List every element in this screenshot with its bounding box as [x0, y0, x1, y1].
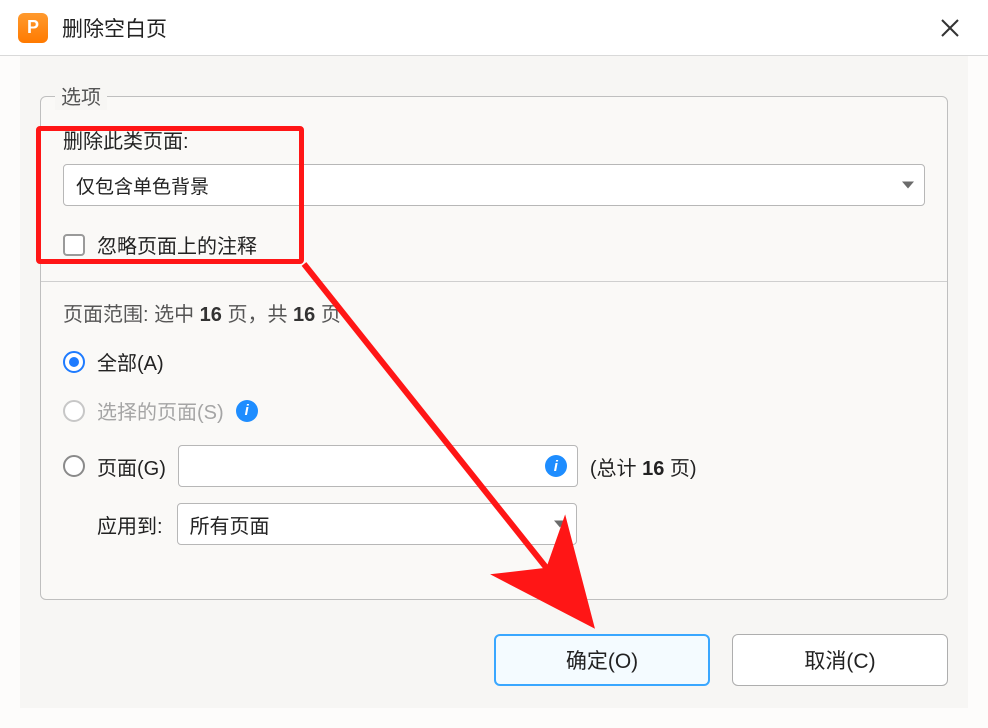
- radio-all-row[interactable]: 全部(A): [63, 347, 925, 376]
- options-panel: 选项 删除此类页面: 仅包含单色背景 忽略页面上的注释 页面范围: 选中 16 …: [40, 96, 948, 600]
- radio-all-label: 全部(A): [97, 347, 164, 376]
- total-pages-text: (总计 16 页): [590, 452, 697, 481]
- pages-input[interactable]: i: [178, 445, 578, 487]
- range-mid: 页，共: [222, 304, 293, 326]
- workspace: 选项 删除此类页面: 仅包含单色背景 忽略页面上的注释 页面范围: 选中 16 …: [20, 56, 968, 708]
- range-total-count: 16: [293, 304, 315, 326]
- close-button[interactable]: [930, 8, 970, 48]
- total-prefix: (总计: [590, 458, 642, 480]
- total-count: 16: [642, 458, 664, 480]
- radio-all[interactable]: [63, 351, 85, 373]
- close-icon: [940, 18, 960, 38]
- divider: [41, 281, 947, 282]
- info-icon[interactable]: i: [545, 455, 567, 477]
- radio-selected-pages: [63, 400, 85, 422]
- radio-selected-pages-label: 选择的页面(S): [97, 396, 224, 425]
- window-title: 删除空白页: [62, 13, 167, 43]
- info-icon[interactable]: i: [236, 400, 258, 422]
- chevron-down-icon: [554, 521, 566, 528]
- apply-to-value: 所有页面: [190, 510, 270, 539]
- ignore-annotations-row[interactable]: 忽略页面上的注释: [63, 230, 925, 259]
- ok-button[interactable]: 确定(O): [494, 634, 710, 686]
- chevron-down-icon: [902, 182, 914, 189]
- options-legend: 选项: [55, 81, 107, 110]
- radio-pages-row[interactable]: 页面(G) i (总计 16 页): [63, 445, 925, 487]
- delete-type-label: 删除此类页面:: [63, 125, 925, 154]
- dialog-footer: 确定(O) 取消(C): [20, 634, 948, 686]
- app-icon: P: [18, 13, 48, 43]
- range-selected-count: 16: [200, 304, 222, 326]
- range-suffix: 页: [315, 304, 341, 326]
- radio-selected-pages-row: 选择的页面(S) i: [63, 396, 925, 425]
- ignore-annotations-checkbox[interactable]: [63, 234, 85, 256]
- titlebar: P 删除空白页: [0, 0, 988, 56]
- ignore-annotations-label: 忽略页面上的注释: [97, 230, 257, 259]
- page-range-title: 页面范围: 选中 16 页，共 16 页: [63, 298, 925, 327]
- radio-pages[interactable]: [63, 455, 85, 477]
- page-range-radios: 全部(A) 选择的页面(S) i 页面(G) i (总计 16 页): [63, 347, 925, 487]
- delete-type-dropdown[interactable]: 仅包含单色背景: [63, 164, 925, 206]
- radio-pages-label: 页面(G): [97, 452, 166, 481]
- cancel-button[interactable]: 取消(C): [732, 634, 948, 686]
- delete-type-value: 仅包含单色背景: [76, 172, 209, 199]
- apply-to-label: 应用到:: [97, 510, 163, 539]
- range-prefix: 页面范围: 选中: [63, 304, 200, 326]
- apply-to-dropdown[interactable]: 所有页面: [177, 503, 577, 545]
- total-suffix: 页): [664, 458, 696, 480]
- apply-to-row: 应用到: 所有页面: [63, 503, 925, 545]
